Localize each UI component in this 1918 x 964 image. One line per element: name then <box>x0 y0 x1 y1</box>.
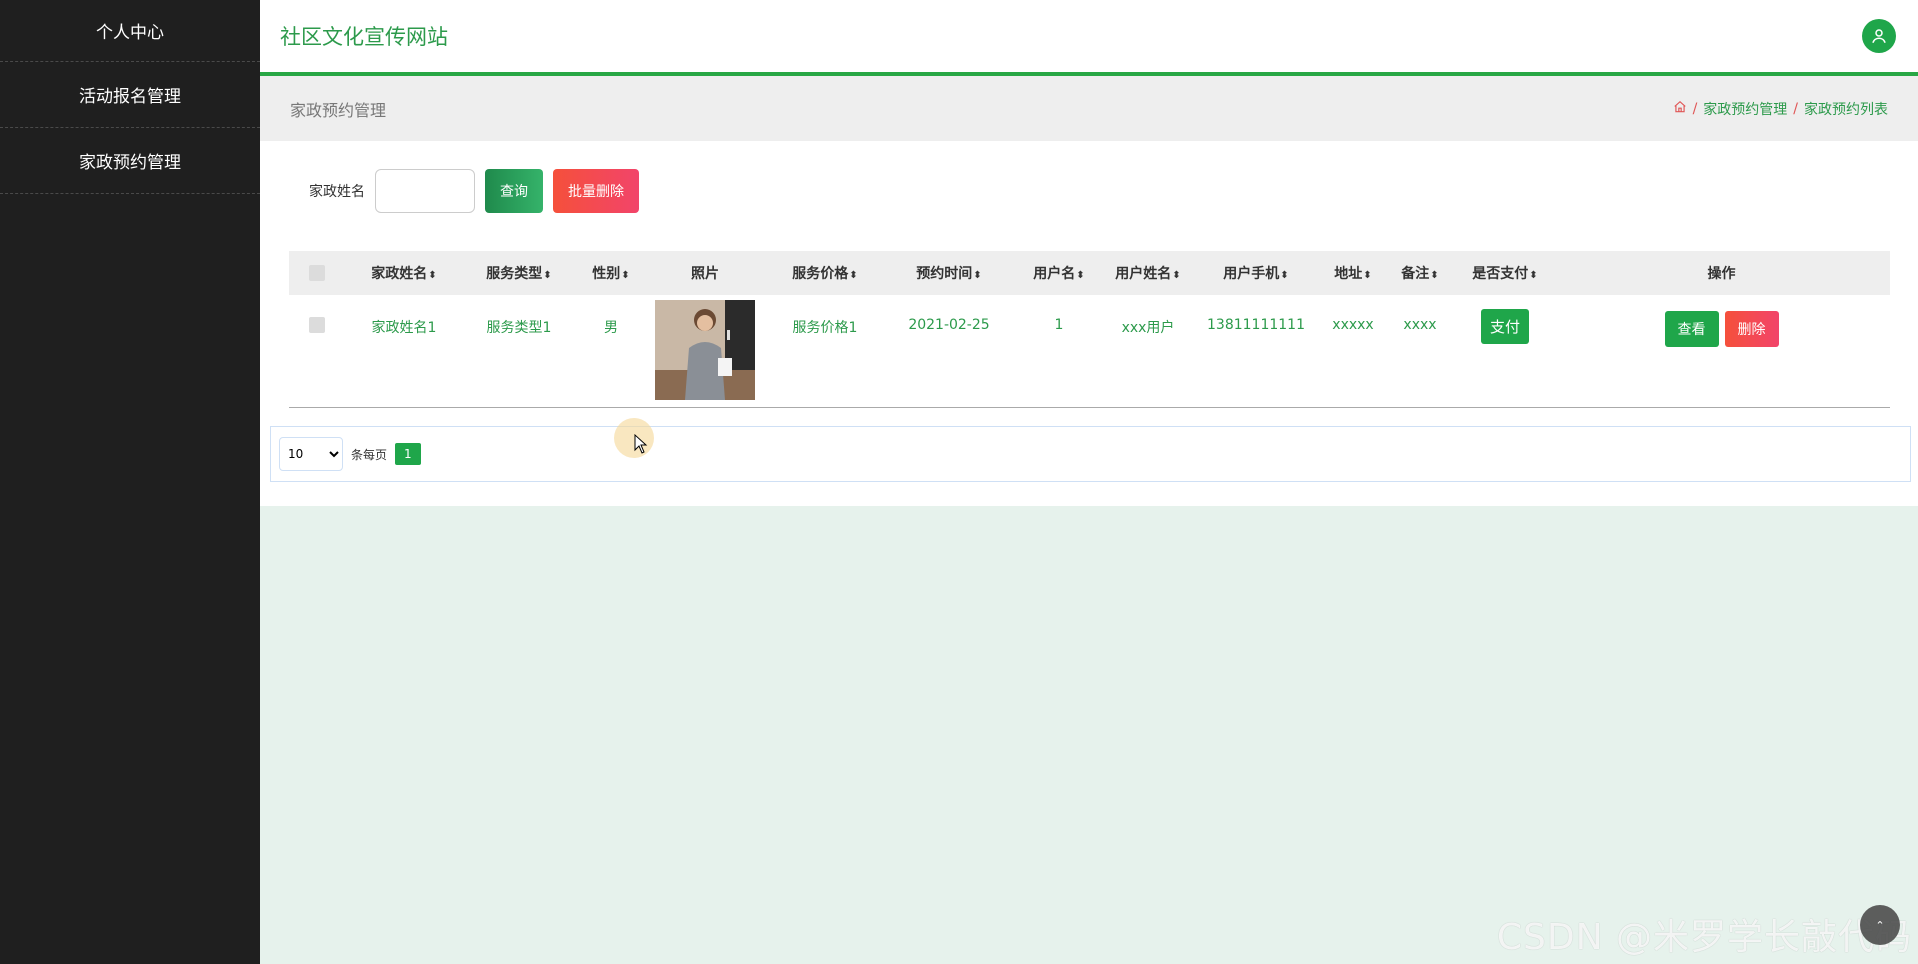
housekeeper-photo <box>655 300 755 400</box>
cell-time: 2021-02-25 <box>908 317 990 333</box>
cell-address: xxxxx <box>1332 317 1374 333</box>
site-title: 社区文化宣传网站 <box>280 25 448 49</box>
breadcrumb: / 家政预约管理 / 家政预约列表 <box>1673 99 1888 119</box>
query-button[interactable]: 查询 <box>485 169 543 213</box>
scroll-top-icon[interactable]: ⌃ <box>1860 905 1900 945</box>
mouse-cursor-icon <box>634 433 648 458</box>
sort-icon: ⬍ <box>1172 270 1181 281</box>
column-header[interactable]: 地址⬍ <box>1323 251 1383 295</box>
cell-name: 家政姓名1 <box>371 320 437 336</box>
cell-actions: 查看 删除 <box>1553 295 1890 407</box>
cell-pay: 支付 <box>1457 295 1553 407</box>
home-icon[interactable] <box>1673 100 1687 118</box>
pagination: 10 条每页 1 <box>270 426 1911 482</box>
sort-icon: ⬍ <box>973 270 982 281</box>
sidebar-item-label: 活动报名管理 <box>79 87 181 107</box>
main-content: 家政姓名 查询 批量删除 家政姓名⬍ 服务类型⬍ 性别⬍ 照片 服务价格⬍ 预约… <box>260 141 1918 506</box>
row-checkbox[interactable] <box>309 317 325 333</box>
search-label: 家政姓名 <box>309 184 365 200</box>
sidebar-item-housekeeping-booking[interactable]: 家政预约管理 <box>0 128 260 194</box>
sidebar: 个人中心 活动报名管理 家政预约管理 <box>0 0 260 964</box>
table-row: 家政姓名1 服务类型1 男 服务价格1 2021-02-25 1 xxx用户 1… <box>289 295 1890 407</box>
column-header[interactable]: 服务价格⬍ <box>763 251 887 295</box>
cell-username: 1 <box>1054 317 1064 333</box>
pay-button[interactable]: 支付 <box>1480 309 1529 344</box>
page-number-current[interactable]: 1 <box>395 443 421 465</box>
breadcrumb-item-booking-management[interactable]: 家政预约管理 <box>1703 99 1787 119</box>
table-header-row: 家政姓名⬍ 服务类型⬍ 性别⬍ 照片 服务价格⬍ 预约时间⬍ 用户名⬍ 用户姓名… <box>289 251 1890 295</box>
cell-service-type: 服务类型1 <box>486 320 552 336</box>
view-button[interactable]: 查看 <box>1664 311 1719 347</box>
column-header[interactable]: 性别⬍ <box>575 251 647 295</box>
breadcrumb-separator: / <box>1692 100 1698 117</box>
page-title: 家政预约管理 <box>290 100 387 120</box>
sidebar-item-label: 家政预约管理 <box>79 153 181 173</box>
batch-delete-button[interactable]: 批量删除 <box>553 169 639 213</box>
per-page-label: 条每页 <box>351 447 388 462</box>
sort-icon: ⬍ <box>1430 270 1439 281</box>
sort-icon: ⬍ <box>543 270 552 281</box>
column-header[interactable]: 用户姓名⬍ <box>1107 251 1189 295</box>
sort-icon: ⬍ <box>428 270 437 281</box>
sidebar-item-activity-signup[interactable]: 活动报名管理 <box>0 62 260 128</box>
breadcrumb-item-booking-list[interactable]: 家政预约列表 <box>1804 99 1888 119</box>
cell-remark: xxxx <box>1403 317 1437 333</box>
user-icon[interactable] <box>1862 19 1896 53</box>
breadcrumb-separator: / <box>1793 100 1798 117</box>
cell-phone: 13811111111 <box>1207 317 1305 333</box>
sidebar-item-personal-center[interactable]: 个人中心 <box>0 0 260 62</box>
column-header: 照片 <box>691 266 719 282</box>
top-header: 社区文化宣传网站 <box>260 0 1918 76</box>
page-size-select[interactable]: 10 <box>279 437 343 471</box>
sort-icon: ⬍ <box>1280 270 1289 281</box>
column-header[interactable]: 用户手机⬍ <box>1189 251 1323 295</box>
column-header: 操作 <box>1707 266 1736 282</box>
cell-photo <box>647 295 763 407</box>
sort-icon: ⬍ <box>621 270 630 281</box>
sort-icon: ⬍ <box>1076 270 1085 281</box>
column-header[interactable]: 服务类型⬍ <box>463 251 575 295</box>
column-header[interactable]: 是否支付⬍ <box>1457 251 1553 295</box>
sort-icon: ⬍ <box>1529 270 1538 281</box>
search-form: 家政姓名 查询 批量删除 <box>309 169 639 213</box>
column-header[interactable]: 用户名⬍ <box>1011 251 1107 295</box>
sort-icon: ⬍ <box>849 270 858 281</box>
column-header[interactable]: 备注⬍ <box>1383 251 1457 295</box>
column-header[interactable]: 家政姓名⬍ <box>345 251 463 295</box>
booking-table: 家政姓名⬍ 服务类型⬍ 性别⬍ 照片 服务价格⬍ 预约时间⬍ 用户名⬍ 用户姓名… <box>289 251 1890 408</box>
sidebar-item-label: 个人中心 <box>96 23 164 43</box>
select-all-checkbox[interactable] <box>309 265 325 281</box>
watermark: CSDN @米罗学长敲代码 <box>1496 917 1912 958</box>
cell-user-realname: xxx用户 <box>1121 320 1175 336</box>
cell-gender: 男 <box>604 320 618 336</box>
delete-button[interactable]: 删除 <box>1724 311 1779 347</box>
breadcrumb-bar: 家政预约管理 / 家政预约管理 / 家政预约列表 <box>260 76 1918 141</box>
cell-price: 服务价格1 <box>792 320 858 336</box>
sort-icon: ⬍ <box>1363 270 1372 281</box>
housekeeper-name-input[interactable] <box>375 169 475 213</box>
column-header[interactable]: 预约时间⬍ <box>887 251 1011 295</box>
